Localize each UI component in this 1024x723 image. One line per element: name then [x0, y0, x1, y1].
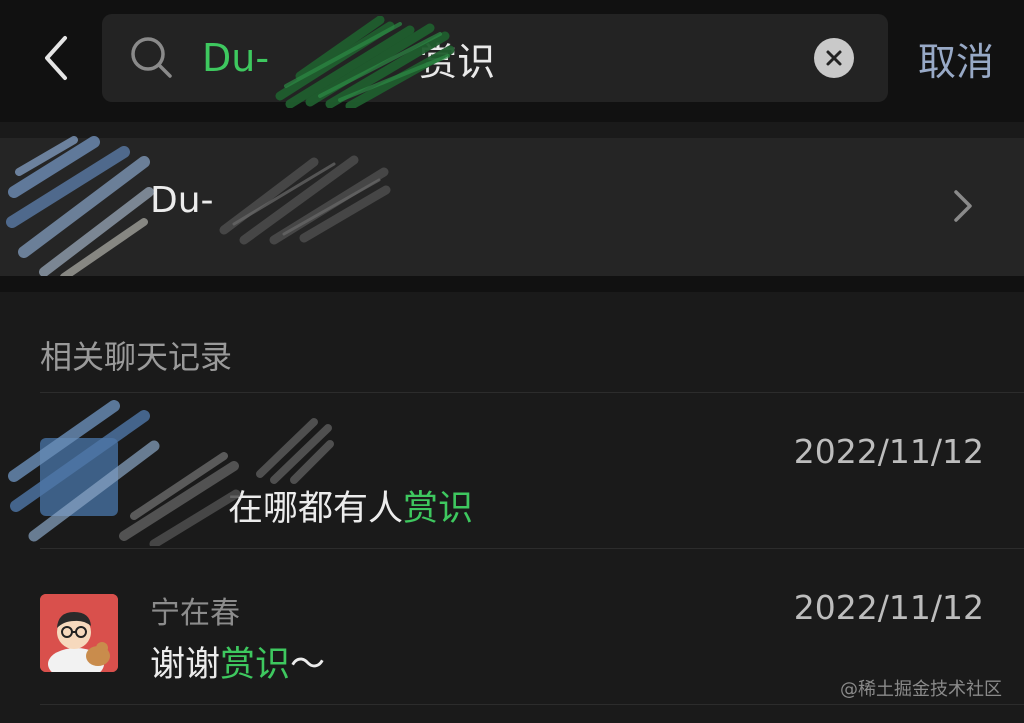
- close-icon: [826, 50, 842, 66]
- chat-message-text: 谢谢: [150, 645, 221, 685]
- section-divider: [0, 276, 1024, 292]
- chat-sender: 宁在春: [150, 596, 240, 631]
- search-query-prefix: Du-: [202, 36, 270, 80]
- chevron-left-icon: [45, 36, 67, 80]
- search-input[interactable]: Du- 赏识: [102, 14, 888, 108]
- search-top-bar: Du- 赏识 取消: [0, 0, 1024, 122]
- chat-message: 在哪都有人赏识: [228, 480, 473, 531]
- chat-message-tail: ～: [290, 645, 326, 685]
- back-button[interactable]: [34, 30, 78, 86]
- avatar-illustration-icon: [40, 594, 118, 672]
- chat-date: 2022/11/12: [793, 432, 984, 471]
- clear-search-button[interactable]: [814, 38, 854, 78]
- cancel-button[interactable]: 取消: [918, 30, 994, 86]
- search-icon: [131, 37, 172, 78]
- list-divider: [40, 704, 1024, 705]
- contact-name: Du-: [150, 180, 214, 221]
- search-query[interactable]: Du- 赏识: [202, 32, 495, 84]
- chevron-right-icon: [954, 190, 972, 222]
- search-query-suffix: 赏识: [419, 39, 496, 84]
- chat-message-text: 在哪都有人: [228, 489, 404, 529]
- chat-message: 谢谢赏识～: [150, 636, 325, 687]
- avatar: [40, 594, 118, 672]
- section-title: 相关聊天记录: [40, 338, 233, 376]
- chat-message-highlight: 赏识: [220, 645, 291, 685]
- search-results-screen: Du- 赏识 取消 Du- 相关聊天记录 2022/11/12 在哪都有人赏识 …: [0, 0, 1024, 723]
- chat-date: 2022/11/12: [793, 588, 984, 627]
- watermark: @稀土掘金技术社区: [840, 679, 1002, 700]
- contact-result[interactable]: Du-: [0, 138, 1024, 276]
- avatar: [40, 438, 118, 516]
- chat-message-highlight: 赏识: [403, 489, 474, 529]
- chat-record-row[interactable]: 2022/11/12 在哪都有人赏识: [0, 392, 1024, 548]
